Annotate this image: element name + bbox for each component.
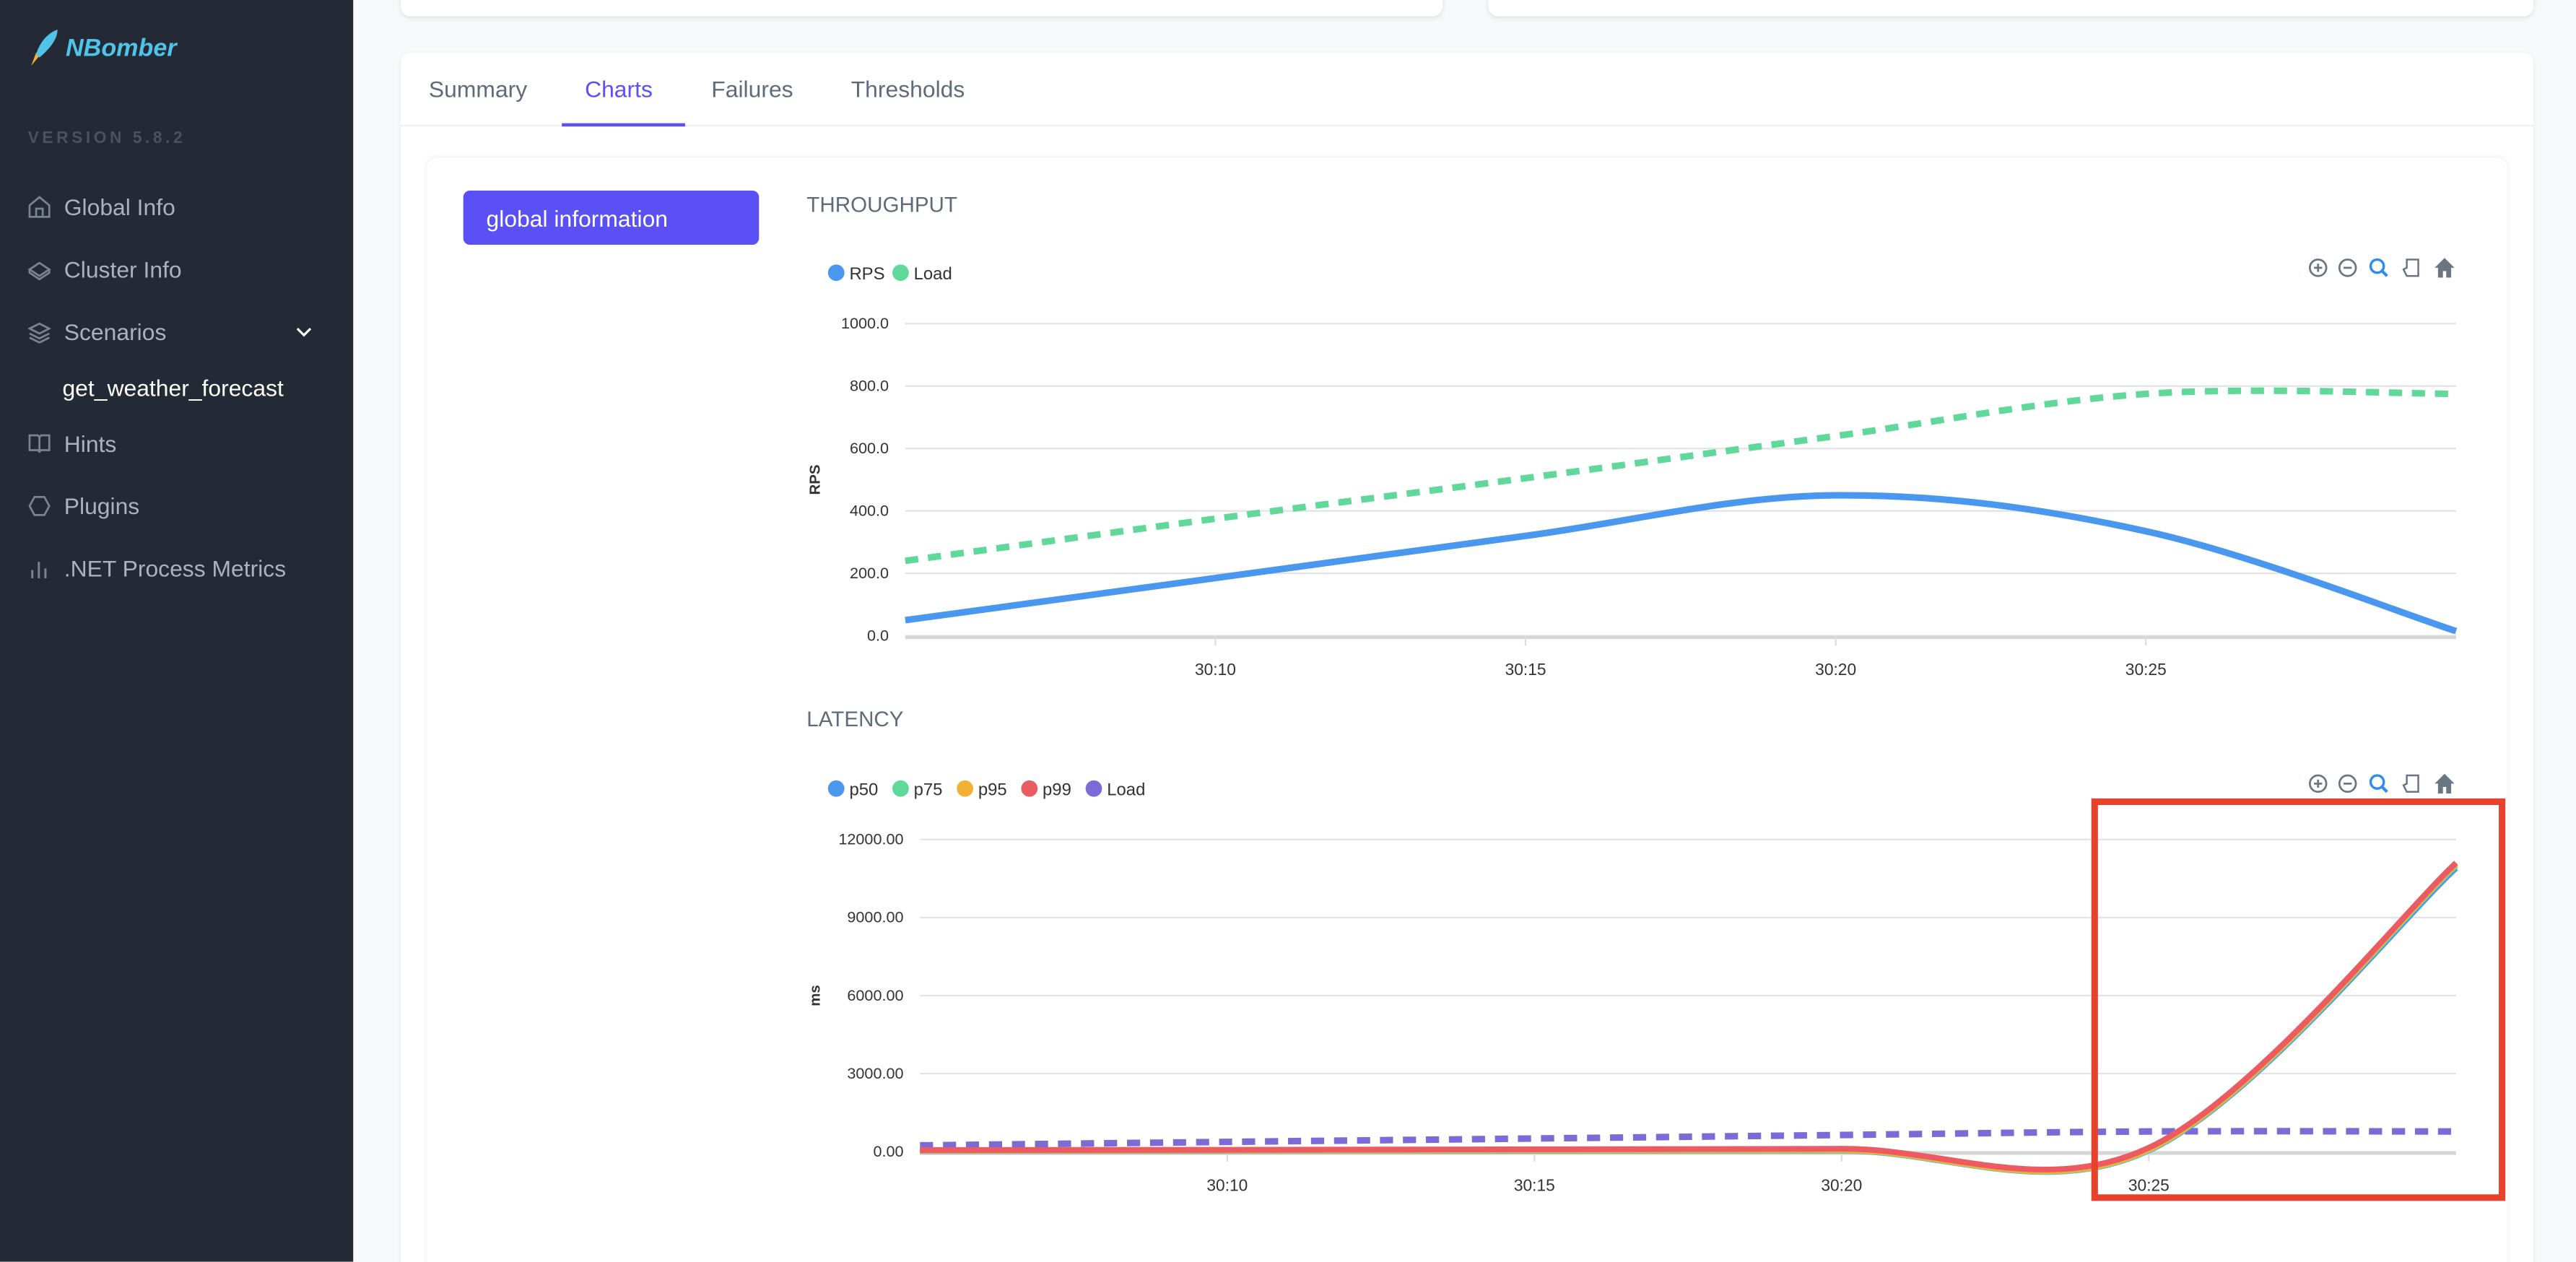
y-tick-label: 0.0: [867, 626, 889, 644]
x-tick-label: 30:10: [1206, 1176, 1248, 1195]
legend-marker: [892, 264, 909, 282]
legend-item-load[interactable]: Load: [892, 264, 952, 284]
x-tick-label: 30:15: [1514, 1176, 1555, 1195]
series-line-rps: [905, 492, 2458, 635]
y-tick-label: 0.00: [873, 1142, 903, 1160]
zoom-in-icon[interactable]: [2309, 258, 2328, 277]
y-tick-label: 800.0: [850, 377, 889, 395]
legend-label: p95: [978, 780, 1007, 799]
legend-marker: [827, 264, 845, 282]
legend-item-load[interactable]: Load: [1085, 780, 1146, 799]
y-tick-label: 600.0: [850, 439, 889, 457]
y-tick-label: 400.0: [850, 502, 889, 520]
legend-marker: [892, 780, 909, 797]
legend-marker: [1085, 780, 1102, 797]
x-tick-label: 30:20: [1815, 660, 1856, 679]
app-window: NBomber VERSION 5.8.2 Global Info Cluste…: [0, 0, 2576, 1262]
zoom-out-icon[interactable]: [2338, 774, 2357, 793]
legend-item-p95[interactable]: p95: [957, 780, 1007, 799]
series-line-load: [905, 387, 2456, 565]
y-tick-label: 6000.00: [847, 986, 903, 1004]
legend-marker: [957, 780, 974, 797]
legend-marker: [1021, 780, 1038, 797]
legend-label: RPS: [849, 264, 884, 284]
annotation-highlight-box: [2091, 798, 2506, 1201]
y-tick-label: 12000.00: [838, 830, 903, 848]
selection-zoom-icon[interactable]: [2369, 258, 2388, 277]
y-axis-label: RPS: [806, 464, 823, 495]
y-tick-label: 3000.00: [847, 1064, 903, 1082]
legend-item-p99[interactable]: p99: [1021, 780, 1071, 799]
throughput-chart: 0.0 200.0 400.0 600.0 800.0 1000.0 30:10 30:15 3…: [806, 258, 2458, 679]
legend-item-rps[interactable]: RPS: [827, 264, 885, 284]
legend-marker: [827, 780, 845, 797]
legend-item-p75[interactable]: p75: [892, 780, 942, 799]
pan-icon[interactable]: [2402, 258, 2419, 277]
x-tick-label: 30:10: [1195, 660, 1236, 679]
x-tick-label: 30:20: [1821, 1176, 1862, 1195]
reset-home-icon[interactable]: [2434, 773, 2455, 794]
y-axis-label: ms: [806, 985, 823, 1006]
pan-icon[interactable]: [2402, 774, 2419, 793]
x-tick-label: 30:25: [2125, 660, 2167, 679]
reset-home-icon[interactable]: [2434, 258, 2455, 278]
legend-label: p50: [849, 780, 878, 799]
y-tick-label: 1000.0: [841, 314, 889, 332]
legend-item-p50[interactable]: p50: [827, 780, 878, 799]
zoom-out-icon[interactable]: [2338, 258, 2357, 277]
legend-label: p75: [914, 780, 943, 799]
selection-zoom-icon[interactable]: [2369, 774, 2388, 793]
zoom-in-icon[interactable]: [2309, 774, 2328, 793]
legend-label: p99: [1043, 780, 1071, 799]
legend-label: Load: [914, 264, 952, 284]
legend-label: Load: [1107, 780, 1145, 799]
x-tick-label: 30:15: [1505, 660, 1546, 679]
y-tick-label: 9000.00: [847, 908, 903, 926]
y-tick-label: 200.0: [850, 564, 889, 582]
